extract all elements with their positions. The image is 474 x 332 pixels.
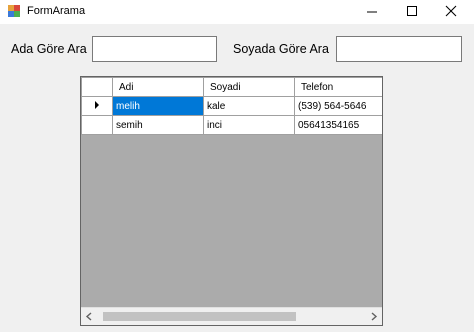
window-title: FormArama	[27, 5, 86, 17]
app-icon	[8, 5, 20, 17]
soyad-search-label: Soyada Göre Ara	[233, 42, 329, 56]
chevron-left-icon	[85, 312, 92, 321]
column-header-telefon[interactable]: Telefon	[294, 77, 382, 97]
scroll-left-button[interactable]	[81, 308, 98, 325]
cell-telefon[interactable]: 05641354165	[294, 115, 382, 135]
row-header[interactable]	[81, 96, 113, 116]
header-row: Adi Soyadi Telefon	[81, 77, 382, 97]
soyad-search-input[interactable]	[336, 36, 462, 62]
maximize-icon	[407, 6, 417, 16]
column-header-adi[interactable]: Adi	[112, 77, 204, 97]
horizontal-scrollbar[interactable]	[81, 307, 382, 325]
maximize-button[interactable]	[390, 0, 434, 24]
cell-soyadi[interactable]: kale	[203, 96, 295, 116]
top-left-header-cell[interactable]	[81, 77, 113, 97]
column-header-soyadi[interactable]: Soyadi	[203, 77, 295, 97]
cell-adi[interactable]: semih	[112, 115, 204, 135]
row-header[interactable]	[81, 115, 113, 135]
cell-telefon[interactable]: (539) 564-5646	[294, 96, 382, 116]
title-bar: FormArama	[0, 0, 474, 24]
cell-soyadi[interactable]: inci	[203, 115, 295, 135]
minimize-button[interactable]	[350, 0, 394, 24]
ada-search-label: Ada Göre Ara	[11, 42, 87, 56]
scroll-right-button[interactable]	[365, 308, 382, 325]
ada-search-input[interactable]	[92, 36, 217, 62]
close-icon	[445, 5, 457, 17]
table-row[interactable]: melih kale (539) 564-5646 (	[81, 96, 382, 116]
scrollbar-thumb[interactable]	[103, 312, 296, 321]
current-row-arrow-icon	[95, 100, 99, 109]
results-table: Adi Soyadi Telefon melih kale (539) 564-…	[81, 77, 382, 135]
chevron-right-icon	[371, 312, 378, 321]
window-bottom-edge	[0, 326, 474, 332]
minimize-icon	[367, 11, 377, 13]
results-grid[interactable]: Adi Soyadi Telefon melih kale (539) 564-…	[80, 76, 383, 326]
table-row[interactable]: semih inci 05641354165 0	[81, 115, 382, 135]
cell-adi[interactable]: melih	[112, 96, 204, 116]
close-button[interactable]	[430, 0, 474, 24]
